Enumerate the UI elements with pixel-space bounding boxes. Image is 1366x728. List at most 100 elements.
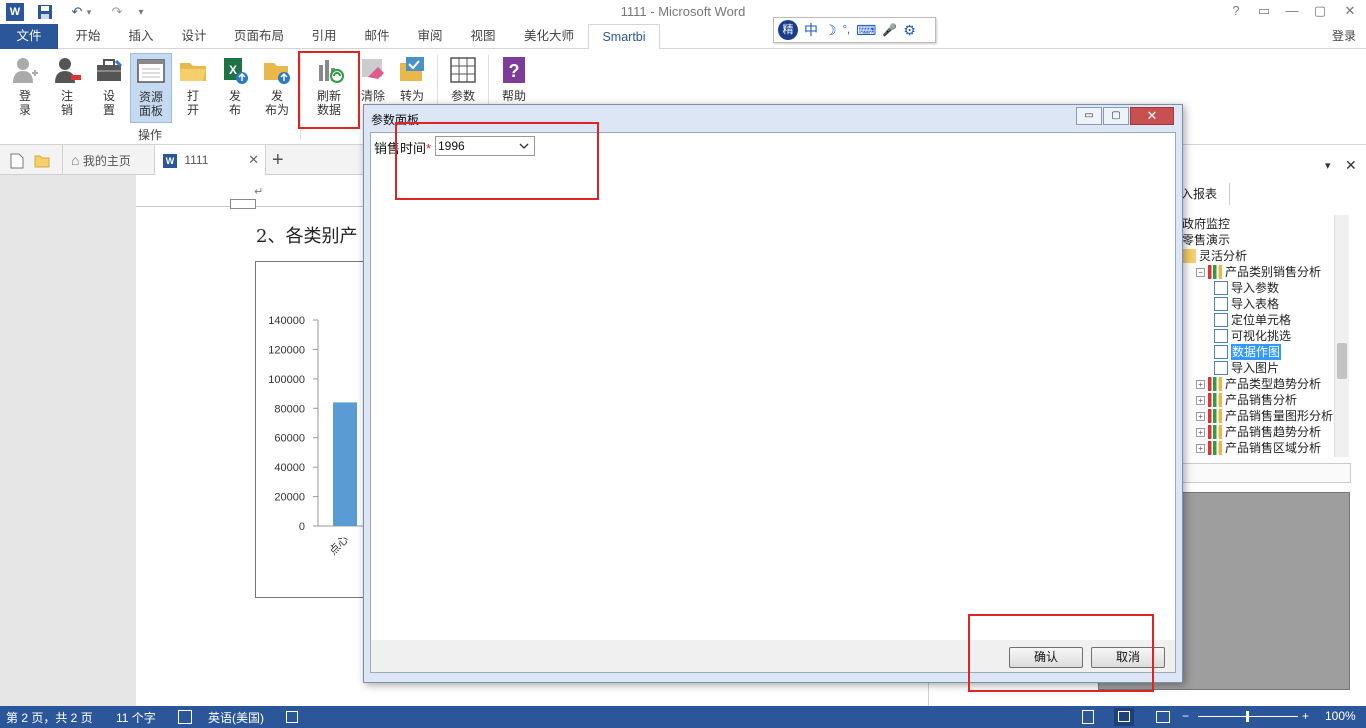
table-anchor-icon bbox=[230, 199, 256, 209]
zoom-level[interactable]: 100% bbox=[1325, 709, 1356, 723]
open-button[interactable]: 打 开 bbox=[173, 53, 213, 123]
close-pane-icon[interactable]: ✕ bbox=[1345, 157, 1357, 174]
tree-node[interactable]: + 产品销售区域分析 bbox=[1196, 440, 1321, 456]
close-tab-icon[interactable]: ✕ bbox=[248, 145, 259, 175]
tree-node[interactable]: + 产品销售趋势分析 bbox=[1196, 424, 1321, 440]
new-document-icon[interactable] bbox=[10, 145, 24, 175]
help-button[interactable]: ? bbox=[1222, 0, 1250, 24]
publish-as-button[interactable]: 发 布为 bbox=[257, 53, 297, 123]
tab-file[interactable]: 文件 bbox=[0, 24, 58, 49]
publish-as-label-2: 布为 bbox=[264, 103, 289, 117]
resource-panel-label-2: 面板 bbox=[138, 104, 163, 118]
tree-node[interactable]: 导入参数 bbox=[1214, 280, 1279, 296]
ribbon-display-options-button[interactable]: ▭ bbox=[1250, 0, 1278, 24]
publish-as-label-1: 发 bbox=[270, 89, 283, 103]
tree-node[interactable]: 数据作图 bbox=[1214, 344, 1282, 360]
chart-bar[interactable] bbox=[333, 402, 357, 526]
sign-in-link[interactable]: 登录 bbox=[1332, 27, 1356, 44]
read-mode-icon[interactable] bbox=[1082, 710, 1094, 724]
tree-node[interactable]: + 产品销售分析 bbox=[1196, 392, 1297, 408]
logout-button[interactable]: 注 销 bbox=[47, 53, 87, 123]
tree-node[interactable]: 定位单元格 bbox=[1214, 312, 1291, 328]
expand-icon[interactable]: + bbox=[1196, 379, 1205, 389]
proofing-icon[interactable] bbox=[178, 710, 192, 724]
add-tab-icon[interactable]: + bbox=[272, 145, 284, 175]
resource-panel-button[interactable]: 资源 面板 bbox=[130, 53, 172, 123]
report-item-icon bbox=[1214, 361, 1228, 375]
tab-import-report[interactable]: 入报表 bbox=[1181, 185, 1217, 202]
tree-node[interactable]: 导入图片 bbox=[1214, 360, 1279, 376]
tab-my-home[interactable]: ⌂ 我的主页 bbox=[62, 145, 152, 175]
logout-label-2: 销 bbox=[60, 103, 73, 117]
ime-logo-icon[interactable]: 精 bbox=[778, 20, 798, 40]
tab-review[interactable]: 审阅 bbox=[406, 24, 454, 49]
print-layout-icon[interactable] bbox=[1114, 708, 1134, 726]
ime-keyboard-icon[interactable]: ⌨ bbox=[856, 22, 876, 39]
ime-mic-icon[interactable]: 🎤 bbox=[882, 23, 897, 37]
expand-icon[interactable]: + bbox=[1196, 395, 1205, 405]
tree-scrollbar-thumb[interactable] bbox=[1337, 343, 1347, 379]
tab-insert[interactable]: 插入 bbox=[116, 24, 166, 49]
tree-node-label: 导入图片 bbox=[1231, 361, 1280, 375]
close-window-button[interactable]: ✕ bbox=[1336, 0, 1364, 24]
dialog-maximize-button[interactable]: ▢ bbox=[1103, 107, 1129, 125]
publish-button[interactable]: X 发 布 bbox=[215, 53, 255, 123]
grid-icon bbox=[448, 55, 478, 85]
ime-chinese-mode[interactable]: 中 bbox=[804, 20, 818, 40]
chart-report-icon bbox=[1208, 265, 1222, 279]
minimize-button[interactable]: — bbox=[1278, 0, 1306, 24]
status-bar: 第 2 页，共 2 页 11 个字 英语(美国) − + 100% bbox=[0, 706, 1366, 728]
highlight-parameter bbox=[395, 122, 599, 200]
dialog-close-button[interactable]: ✕ bbox=[1130, 107, 1174, 125]
tab-smartbi[interactable]: Smartbi bbox=[588, 24, 660, 50]
macro-icon[interactable] bbox=[286, 711, 298, 723]
tree-node[interactable]: 零售演示 bbox=[1182, 232, 1230, 248]
expand-icon[interactable]: + bbox=[1196, 411, 1205, 421]
ime-settings-icon[interactable]: ⚙ bbox=[903, 22, 916, 39]
parameters-label-1: 参数 bbox=[450, 89, 475, 103]
pane-options-icon[interactable]: ▾ bbox=[1325, 159, 1331, 172]
ime-moon-icon[interactable]: ☽ bbox=[824, 22, 837, 39]
user-remove-icon bbox=[52, 55, 82, 85]
ime-punctuation-icon[interactable]: °, bbox=[843, 24, 850, 36]
collapse-icon[interactable]: − bbox=[1196, 267, 1205, 277]
tab-design[interactable]: 设计 bbox=[170, 24, 218, 49]
tree-node-label: 产品销售趋势分析 bbox=[1225, 425, 1322, 439]
tree-scrollbar[interactable] bbox=[1334, 215, 1349, 457]
tab-references[interactable]: 引用 bbox=[300, 24, 348, 49]
tree-node[interactable]: 政府监控 bbox=[1182, 216, 1230, 232]
folder-publish-icon bbox=[262, 55, 292, 85]
login-button[interactable]: 登 录 bbox=[5, 53, 45, 123]
settings-button[interactable]: 设 置 bbox=[89, 53, 129, 123]
web-layout-icon[interactable] bbox=[1156, 711, 1170, 723]
tab-home[interactable]: 开始 bbox=[62, 24, 114, 49]
dialog-minimize-button[interactable]: ▭ bbox=[1076, 107, 1102, 125]
tree-node[interactable]: 可视化挑选 bbox=[1214, 328, 1291, 344]
tree-node[interactable]: + 产品销售量图形分析 bbox=[1196, 408, 1333, 424]
tab-document[interactable]: W 1111 ✕ bbox=[154, 145, 266, 175]
tree-node[interactable]: + 产品类型趋势分析 bbox=[1196, 376, 1321, 392]
tree-node[interactable]: 灵活分析 bbox=[1182, 248, 1247, 264]
y-tick-label: 80000 bbox=[274, 403, 305, 415]
tree-node[interactable]: 导入表格 bbox=[1214, 296, 1279, 312]
tab-layout[interactable]: 页面布局 bbox=[224, 24, 294, 49]
tab-mailings[interactable]: 邮件 bbox=[353, 24, 401, 49]
pane-search-field[interactable] bbox=[1181, 463, 1351, 483]
y-tick-label: 40000 bbox=[274, 462, 305, 474]
restore-button[interactable]: ▢ bbox=[1306, 0, 1334, 24]
zoom-slider-thumb[interactable] bbox=[1246, 711, 1249, 722]
language[interactable]: 英语(美国) bbox=[208, 709, 264, 726]
zoom-out-button[interactable]: − bbox=[1182, 709, 1189, 723]
word-count[interactable]: 11 个字 bbox=[116, 709, 156, 726]
tab-view[interactable]: 视图 bbox=[459, 24, 507, 49]
expand-icon[interactable]: + bbox=[1196, 427, 1205, 437]
zoom-in-button[interactable]: + bbox=[1302, 709, 1309, 723]
logout-label-1: 注 bbox=[60, 89, 73, 103]
folder-icon[interactable] bbox=[34, 145, 50, 175]
highlight-confirm bbox=[968, 614, 1154, 692]
expand-icon[interactable]: + bbox=[1196, 443, 1205, 453]
publish-label-2: 布 bbox=[228, 103, 241, 117]
tree-node[interactable]: − 产品类别销售分析 bbox=[1196, 264, 1321, 280]
page-count[interactable]: 第 2 页，共 2 页 bbox=[6, 709, 93, 726]
tab-beautify-master[interactable]: 美化大师 bbox=[514, 24, 584, 49]
